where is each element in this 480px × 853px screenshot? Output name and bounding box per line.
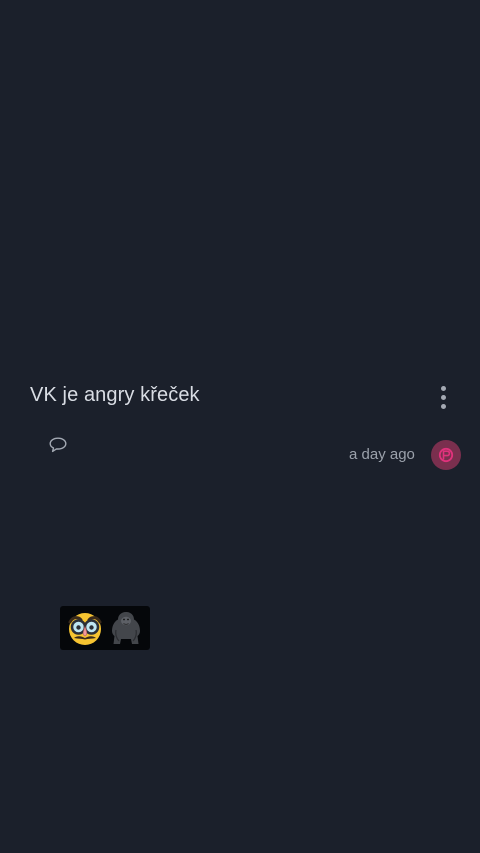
more-dot-icon [440, 403, 446, 409]
more-dot-icon [440, 394, 446, 400]
avatar-logo-icon [438, 447, 454, 463]
gorilla-emoji-icon [111, 612, 140, 644]
screen: VK je angry křeček a day ago [0, 0, 480, 853]
disguised-face-emoji-icon [68, 613, 101, 645]
more-dot-icon [440, 385, 446, 391]
post-timestamp: a day ago [349, 446, 415, 463]
user-avatar[interactable] [431, 440, 461, 470]
sticker-image[interactable] [60, 606, 150, 650]
comment-icon[interactable] [48, 436, 68, 454]
more-options-button[interactable] [431, 380, 455, 414]
post-title[interactable]: VK je angry křeček [30, 381, 200, 409]
